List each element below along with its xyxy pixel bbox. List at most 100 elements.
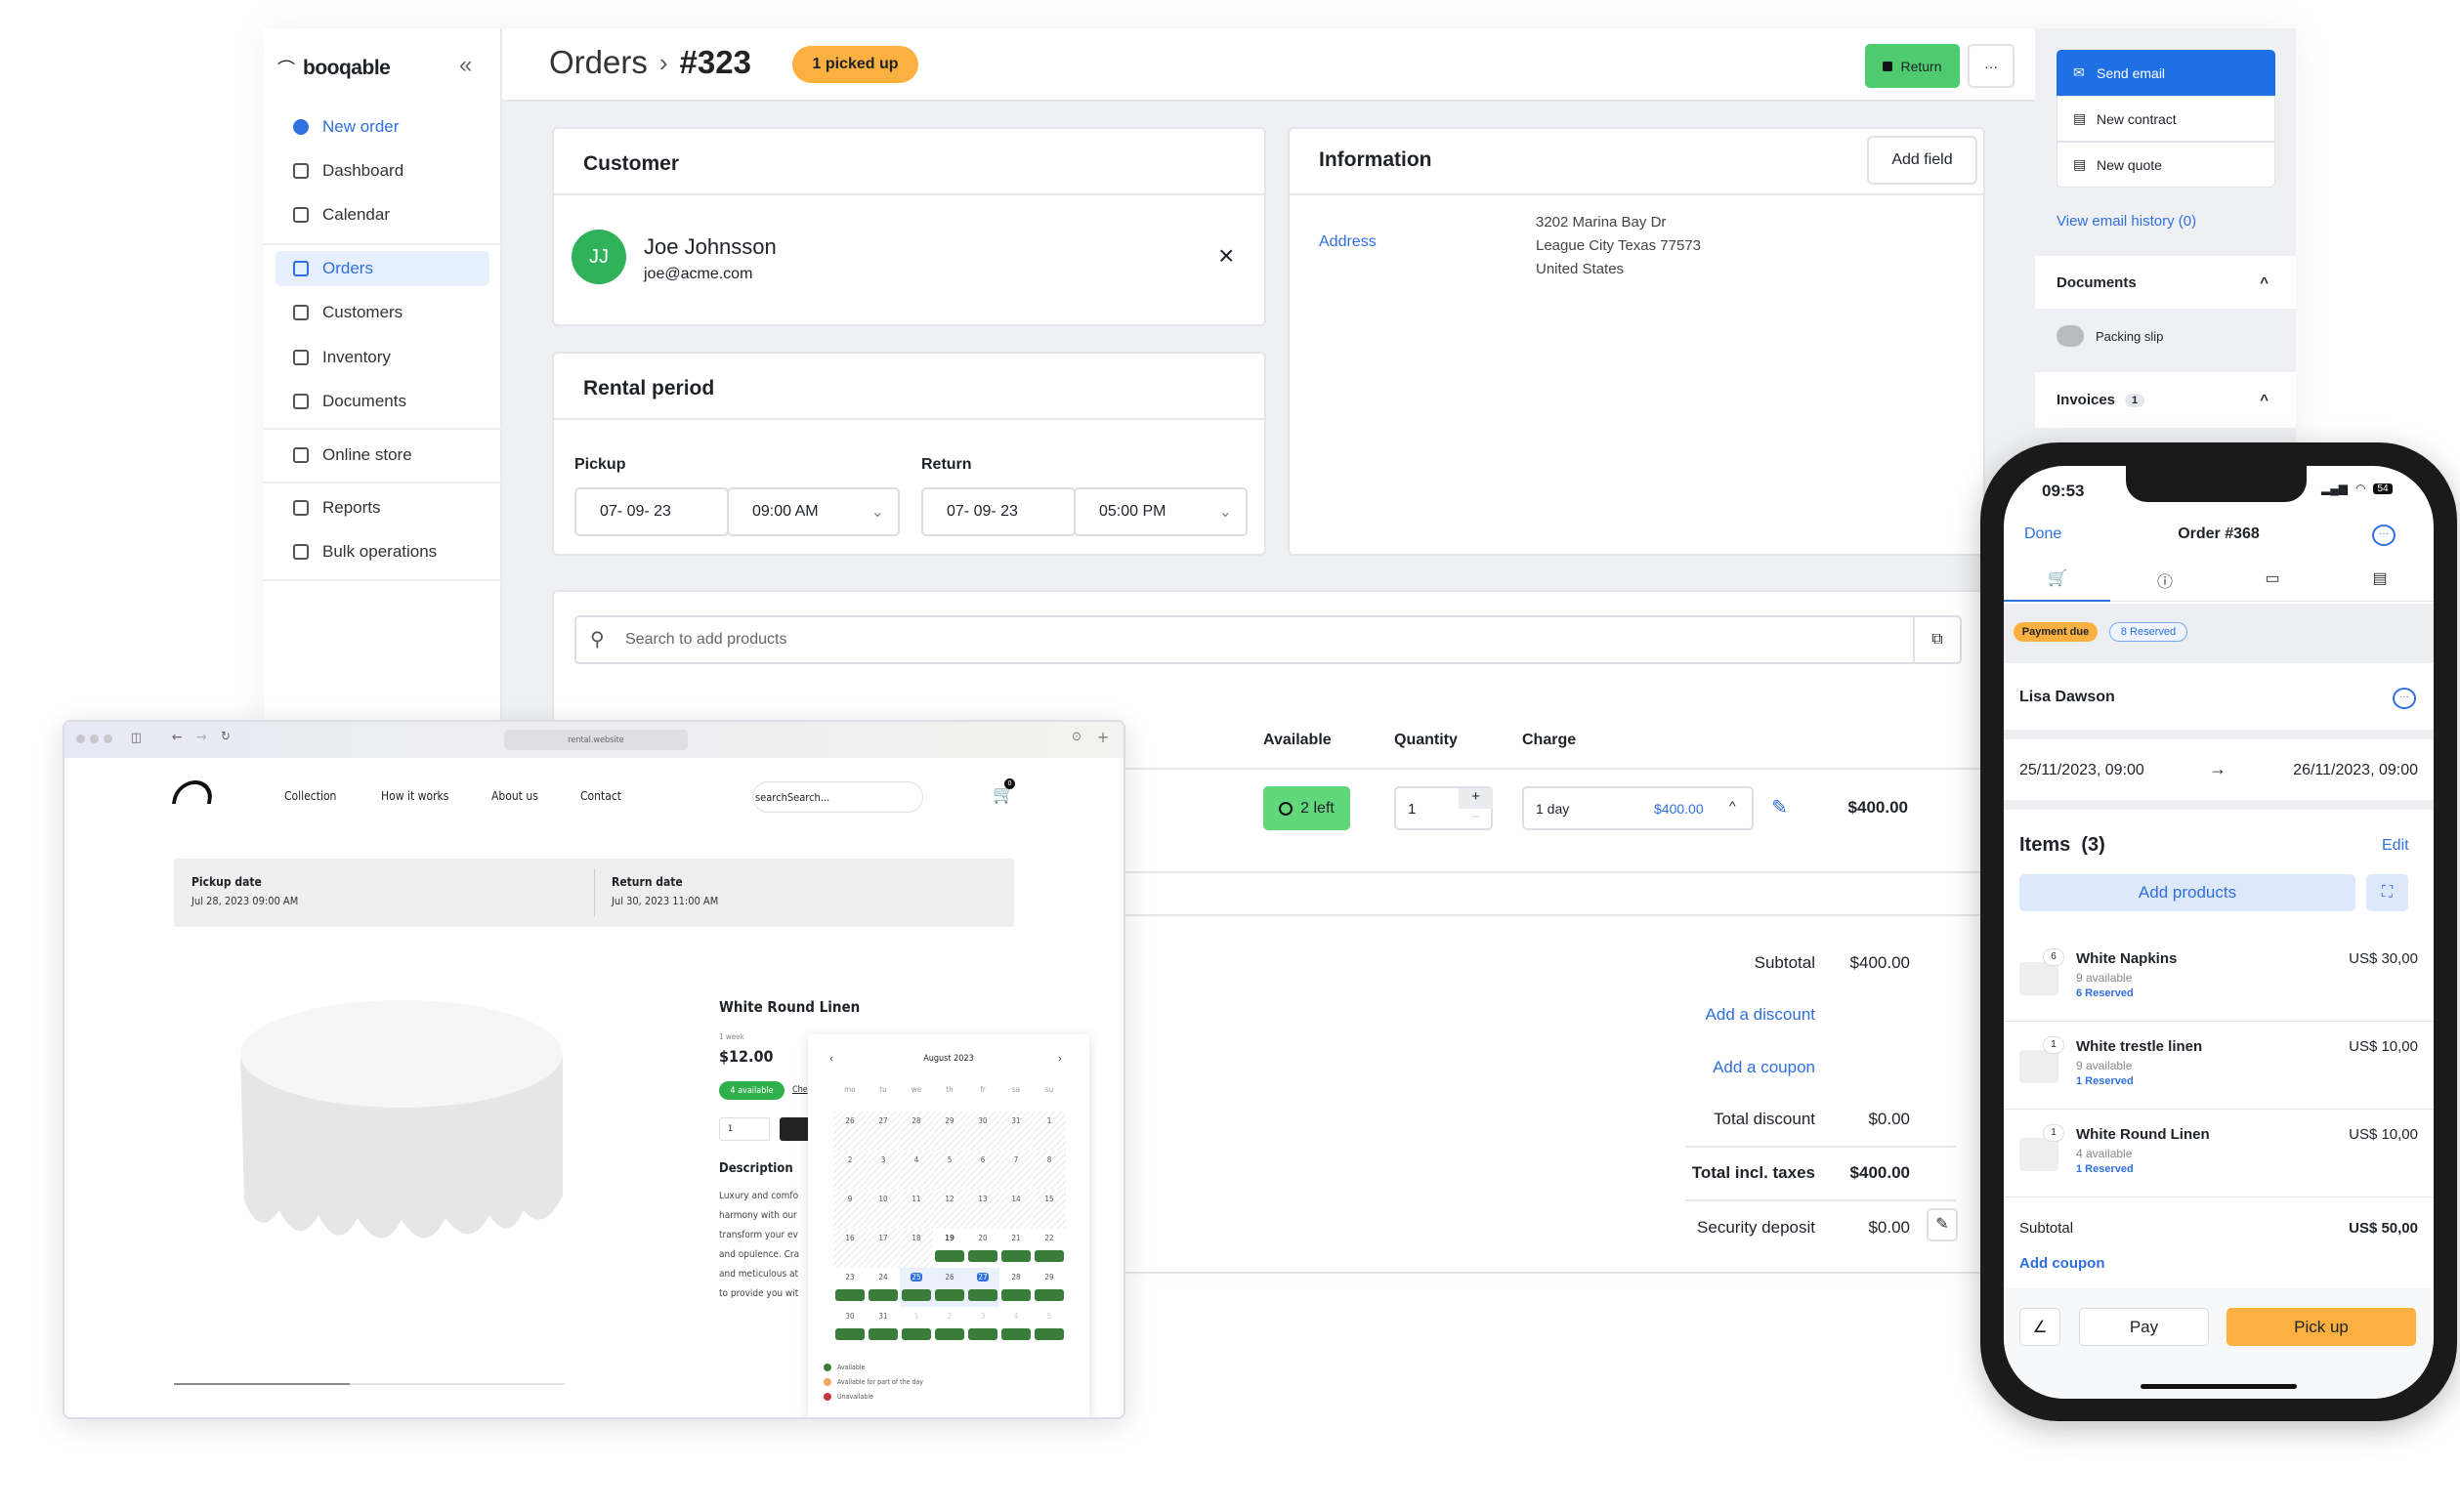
calendar-day[interactable]: 31 [867, 1307, 900, 1346]
list-item[interactable]: 1 White trestle linen 9 available 1 Reserve… [2004, 1023, 2434, 1110]
return-date-input[interactable]: 07- 09- 23 [921, 487, 1076, 536]
new-tab-icon[interactable]: + [1097, 728, 1109, 746]
check-availability-link[interactable]: Che [792, 1085, 808, 1095]
edit-items-button[interactable]: Edit [2382, 837, 2409, 855]
product-quantity-input[interactable]: 1 [719, 1117, 770, 1141]
sidebar-item-documents[interactable]: Documents [276, 384, 489, 419]
calendar-day[interactable]: 10 [867, 1190, 900, 1229]
forward-icon[interactable]: → [196, 730, 207, 745]
calendar-day[interactable]: 6 [966, 1151, 999, 1190]
collapse-sidebar-icon[interactable]: « [459, 52, 472, 79]
charge-select[interactable]: 1 day $400.00 ^ [1522, 786, 1754, 830]
document-icon[interactable]: ▤ [2326, 568, 2434, 588]
calendar-day[interactable]: 27 [867, 1112, 900, 1151]
more-options-icon[interactable]: ··· [2372, 525, 2396, 546]
customer-name[interactable]: Joe Johnsson [644, 234, 777, 260]
sidebar-item-customers[interactable]: Customers [276, 295, 489, 330]
calendar-day[interactable]: 14 [999, 1190, 1033, 1229]
download-icon[interactable]: ⊙ [1072, 730, 1082, 744]
calendar-day[interactable]: 4 [900, 1151, 933, 1190]
edit-signature-button[interactable]: ∠ [2019, 1308, 2060, 1346]
sidebar-item-dashboard[interactable]: Dashboard [276, 153, 489, 189]
calendar-day[interactable]: 28 [999, 1268, 1033, 1307]
calendar-day[interactable]: 15 [1033, 1190, 1066, 1229]
calendar-day[interactable]: 8 [1033, 1151, 1066, 1190]
store-nav-how-it-works[interactable]: How it works [381, 789, 448, 803]
sidebar-item-inventory[interactable]: Inventory [276, 340, 489, 375]
calendar-day[interactable]: 30 [966, 1112, 999, 1151]
add-products-button[interactable]: Add products [2019, 874, 2355, 911]
calendar-day[interactable]: 16 [833, 1229, 867, 1268]
pick-up-button[interactable]: Pick up [2227, 1308, 2416, 1346]
next-month-icon[interactable]: › [1058, 1052, 1062, 1065]
calendar-day[interactable]: 21 [999, 1229, 1033, 1268]
cart-icon[interactable]: 🛒 0 [993, 778, 1015, 805]
calendar-day[interactable]: 22 [1033, 1229, 1066, 1268]
end-datetime[interactable]: 26/11/2023, 09:00 [2293, 762, 2418, 779]
address-bar[interactable]: rental.website [504, 730, 688, 750]
packing-slip-item[interactable]: Packing slip [2057, 325, 2163, 347]
store-search-input[interactable]: searchSearch... [752, 781, 923, 813]
calendar-day[interactable]: 5 [1033, 1307, 1066, 1346]
calendar-day[interactable]: 25 [900, 1268, 933, 1307]
reload-icon[interactable]: ↻ [221, 730, 231, 744]
edit-deposit-button[interactable]: ✎ [1927, 1208, 1958, 1241]
calendar-day[interactable]: 13 [966, 1190, 999, 1229]
sidebar-toggle-icon[interactable]: ◫ [131, 731, 142, 745]
store-nav-contact[interactable]: Contact [580, 789, 621, 803]
calendar-day[interactable]: 31 [999, 1112, 1033, 1151]
calendar-day[interactable]: 9 [833, 1190, 867, 1229]
calendar-day[interactable]: 12 [933, 1190, 966, 1229]
product-search[interactable]: ⚲ Search to add products ⧉ [574, 615, 1962, 664]
sidebar-item-new-order[interactable]: New order [276, 109, 489, 145]
add-field-button[interactable]: Add field [1867, 136, 1977, 185]
sidebar-item-orders[interactable]: Orders [276, 251, 489, 286]
calendar-day[interactable]: 2 [933, 1307, 966, 1346]
calendar-day[interactable]: 30 [833, 1307, 867, 1346]
add-discount-link[interactable]: Add a discount [1706, 1005, 1815, 1025]
send-email-button[interactable]: ✉ Send email [2057, 50, 2275, 96]
calendar-day[interactable]: 3 [966, 1307, 999, 1346]
calendar-day[interactable]: 23 [833, 1268, 867, 1307]
sidebar-item-calendar[interactable]: Calendar [276, 197, 489, 232]
list-item[interactable]: 1 White Round Linen 4 available 1 Reserved U… [2004, 1111, 2434, 1197]
calendar-day[interactable]: 28 [900, 1112, 933, 1151]
brand-logo[interactable]: ⌒ booqable [277, 56, 391, 81]
more-actions-button[interactable]: ··· [1968, 44, 2015, 88]
calendar-day[interactable]: 7 [999, 1151, 1033, 1190]
pay-button[interactable]: Pay [2079, 1308, 2209, 1346]
back-icon[interactable]: ← [172, 730, 183, 745]
calendar-day[interactable]: 4 [999, 1307, 1033, 1346]
sidebar-item-online-store[interactable]: Online store [276, 438, 489, 473]
pickup-date-field[interactable]: Pickup date Jul 28, 2023 09:00 AM [191, 875, 298, 907]
customer-options-icon[interactable]: ··· [2393, 688, 2416, 709]
quantity-input[interactable]: 1 [1408, 801, 1416, 818]
return-button[interactable]: Return [1865, 44, 1960, 88]
calendar-day[interactable]: 26 [833, 1112, 867, 1151]
calendar-day[interactable]: 29 [933, 1112, 966, 1151]
availability-badge[interactable]: 2 left [1263, 786, 1350, 830]
info-icon[interactable]: ⓘ [2111, 568, 2219, 592]
sidebar-item-bulk-operations[interactable]: Bulk operations [276, 534, 489, 569]
store-nav-collection[interactable]: Collection [284, 789, 336, 803]
email-history-link[interactable]: View email history (0) [2057, 213, 2196, 230]
calendar-day[interactable]: 17 [867, 1229, 900, 1268]
return-time-select[interactable]: 05:00 PM ⌄ [1074, 487, 1248, 536]
card-icon[interactable]: ▭ [2219, 568, 2326, 588]
decrement-button[interactable]: – [1459, 809, 1493, 828]
calendar-day[interactable]: 29 [1033, 1268, 1066, 1307]
pickup-time-select[interactable]: 09:00 AM ⌄ [727, 487, 900, 536]
scan-icon[interactable]: ⛶ [2366, 874, 2408, 911]
calendar-day[interactable]: 1 [1033, 1112, 1066, 1151]
list-item[interactable]: 6 White Napkins 9 available 6 Reserved US$ 3… [2004, 935, 2434, 1022]
breadcrumb-orders[interactable]: Orders [549, 44, 648, 81]
calendar-day[interactable]: 24 [867, 1268, 900, 1307]
calendar-day[interactable]: 2 [833, 1151, 867, 1190]
new-quote-button[interactable]: ▤ New quote [2057, 142, 2275, 188]
store-logo-icon[interactable] [171, 780, 216, 804]
calendar-day[interactable]: 19 [933, 1229, 966, 1268]
cart-icon[interactable]: 🛒 [2004, 568, 2111, 588]
remove-customer-icon[interactable]: × [1218, 240, 1234, 272]
calendar-day[interactable]: 11 [900, 1190, 933, 1229]
calendar-day[interactable]: 26 [933, 1268, 966, 1307]
